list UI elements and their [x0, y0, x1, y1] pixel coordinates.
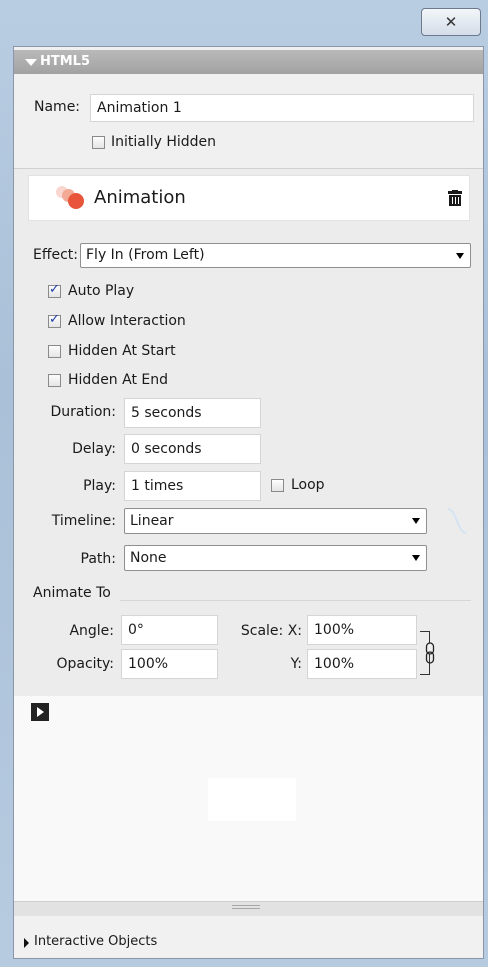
auto-play-label: Auto Play	[68, 283, 135, 299]
duration-input[interactable]: 5 seconds	[124, 398, 261, 428]
animation-dots-icon	[56, 184, 86, 212]
hidden-at-end-checkbox[interactable]	[48, 374, 61, 387]
timeline-label: Timeline:	[51, 513, 116, 529]
path-label: Path:	[80, 551, 116, 567]
hidden-at-start-checkbox[interactable]	[48, 345, 61, 358]
effect-select-value: Fly In (From Left)	[86, 247, 205, 263]
trash-icon[interactable]	[448, 190, 462, 206]
opacity-input[interactable]: 100%	[121, 649, 218, 679]
play-input[interactable]: 1 times	[124, 471, 261, 501]
name-input[interactable]: Animation 1	[90, 94, 474, 122]
easing-curve-icon[interactable]	[446, 506, 468, 536]
chevron-down-icon	[456, 252, 464, 259]
delay-input[interactable]: 0 seconds	[124, 434, 261, 464]
initially-hidden-label: Initially Hidden	[111, 134, 217, 150]
interactive-objects-label: Interactive Objects	[34, 934, 158, 949]
loop-label: Loop	[291, 477, 325, 493]
angle-input[interactable]: 0°	[121, 615, 218, 645]
scale-y-label: Y:	[290, 656, 302, 672]
animate-to-divider	[120, 600, 471, 601]
close-button[interactable]: ✕	[421, 8, 481, 36]
animation-title: Animation	[94, 187, 186, 208]
effect-label: Effect:	[33, 247, 79, 263]
name-label: Name:	[34, 99, 81, 115]
chevron-down-icon	[412, 555, 420, 561]
collapse-triangle-icon	[25, 59, 37, 66]
hidden-at-end-label: Hidden At End	[68, 372, 169, 388]
play-button[interactable]	[31, 703, 49, 721]
close-icon: ✕	[444, 13, 458, 31]
html5-section-title: HTML5	[40, 54, 91, 69]
opacity-label: Opacity:	[56, 656, 114, 672]
panel-splitter[interactable]	[14, 901, 483, 917]
expand-triangle-icon	[24, 938, 29, 948]
play-icon	[37, 707, 44, 717]
allow-interaction-label: Allow Interaction	[68, 313, 186, 329]
html5-section-header[interactable]: HTML5	[14, 50, 483, 74]
path-select-value: None	[130, 550, 167, 566]
preview-object	[208, 778, 296, 821]
auto-play-checkbox[interactable]	[48, 282, 61, 298]
chain-link-icon[interactable]	[424, 642, 436, 664]
play-label: Play:	[83, 478, 116, 494]
angle-label: Angle:	[69, 623, 114, 639]
path-select[interactable]: None	[124, 545, 427, 571]
chevron-down-icon	[412, 518, 420, 524]
allow-interaction-checkbox[interactable]	[48, 312, 61, 328]
scale-x-label: Scale: X:	[240, 623, 302, 639]
grip-handle-icon	[232, 905, 260, 906]
interactive-objects-section[interactable]: Interactive Objects	[14, 916, 483, 956]
timeline-select-value: Linear	[130, 513, 174, 529]
scale-y-input[interactable]: 100%	[307, 649, 417, 679]
animate-to-heading: Animate To	[33, 585, 111, 601]
loop-checkbox[interactable]	[271, 479, 284, 492]
scale-x-input[interactable]: 100%	[307, 615, 417, 645]
duration-label: Duration:	[50, 404, 116, 420]
hidden-at-start-label: Hidden At Start	[68, 343, 176, 359]
timeline-select[interactable]: Linear	[124, 508, 427, 534]
effect-select[interactable]: Fly In (From Left)	[80, 243, 471, 268]
delay-label: Delay:	[72, 441, 116, 457]
initially-hidden-checkbox[interactable]	[92, 136, 105, 149]
